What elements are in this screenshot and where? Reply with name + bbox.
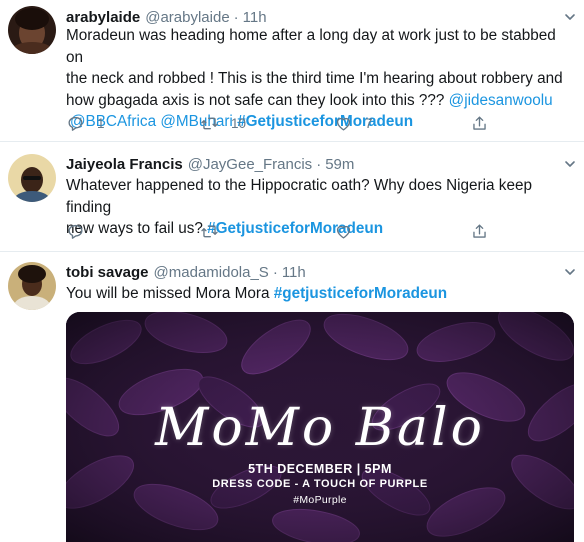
reply-button[interactable]: 1 (66, 114, 105, 133)
avatar[interactable] (8, 154, 56, 202)
chevron-down-icon[interactable] (564, 158, 576, 170)
tweet-1[interactable]: arabylaide @arabylaide · 11h Moradeun wa… (0, 0, 584, 142)
avatar[interactable] (8, 6, 56, 54)
tweet-line-text: You will be missed Mora Mora (66, 285, 270, 302)
tweet-actions: 1 10 7 (66, 114, 496, 134)
like-count: 7 (365, 116, 373, 131)
tweet-actions (66, 222, 496, 242)
retweet-icon (201, 225, 218, 238)
tweet-time[interactable]: 11h (243, 9, 267, 26)
chevron-down-icon[interactable] (564, 266, 576, 278)
tweet-line-text: how gbagada axis is not safe can they lo… (66, 91, 445, 109)
retweet-button[interactable]: 10 (200, 114, 246, 133)
tweet-line: how gbagada axis is not safe can they lo… (66, 90, 576, 112)
separator-dot: · (316, 155, 322, 173)
reply-icon (68, 116, 83, 131)
chevron-down-icon[interactable] (564, 11, 576, 23)
flyer-title: MoMo Balo (155, 398, 485, 458)
mention-link[interactable]: @jidesanwoolu (449, 92, 553, 109)
like-button[interactable] (334, 222, 353, 241)
tweet-time[interactable]: 59m (325, 156, 354, 173)
flyer-date: 5TH DECEMBER | 5PM (248, 462, 392, 476)
flyer-dress-code: DRESS CODE - A TOUCH OF PURPLE (212, 478, 428, 490)
tweet-media-image[interactable]: MoMo Balo 5TH DECEMBER | 5PM DRESS CODE … (66, 312, 574, 542)
separator-dot: · (233, 8, 239, 26)
tweet-text: You will be missed Mora Mora #getjustice… (66, 283, 576, 305)
reply-count: 1 (97, 116, 105, 131)
reply-icon (68, 224, 83, 239)
tweet-time[interactable]: 11h (282, 264, 306, 281)
flyer-hashtag: #MoPurple (293, 494, 347, 506)
like-button[interactable]: 7 (334, 114, 373, 133)
share-button[interactable] (470, 114, 489, 133)
display-name[interactable]: Jaiyeola Francis (66, 156, 183, 173)
retweet-count: 10 (231, 116, 247, 131)
tweet-2[interactable]: Jaiyeola Francis @JayGee_Francis · 59m W… (0, 142, 584, 252)
avatar[interactable] (8, 262, 56, 310)
tweet-line: Moradeun was heading home after a long d… (66, 27, 556, 66)
tweet-line: the neck and robbed ! This is the third … (66, 70, 563, 87)
share-icon (473, 224, 486, 238)
separator-dot: · (272, 263, 278, 281)
user-handle[interactable]: @arabylaide (145, 9, 229, 26)
display-name[interactable]: tobi savage (66, 264, 149, 281)
share-button[interactable] (470, 222, 489, 241)
heart-icon (336, 117, 351, 131)
retweet-icon (201, 117, 218, 130)
hashtag-link[interactable]: #getjusticeforMoradeun (274, 285, 447, 302)
retweet-button[interactable] (200, 222, 219, 241)
heart-icon (336, 225, 351, 239)
tweet-line: Whatever happened to the Hippocratic oat… (66, 177, 532, 216)
user-handle[interactable]: @madamidola_S (154, 264, 269, 281)
display-name[interactable]: arabylaide (66, 9, 140, 26)
reply-button[interactable] (66, 222, 85, 241)
user-handle[interactable]: @JayGee_Francis (188, 156, 312, 173)
share-icon (473, 116, 486, 130)
